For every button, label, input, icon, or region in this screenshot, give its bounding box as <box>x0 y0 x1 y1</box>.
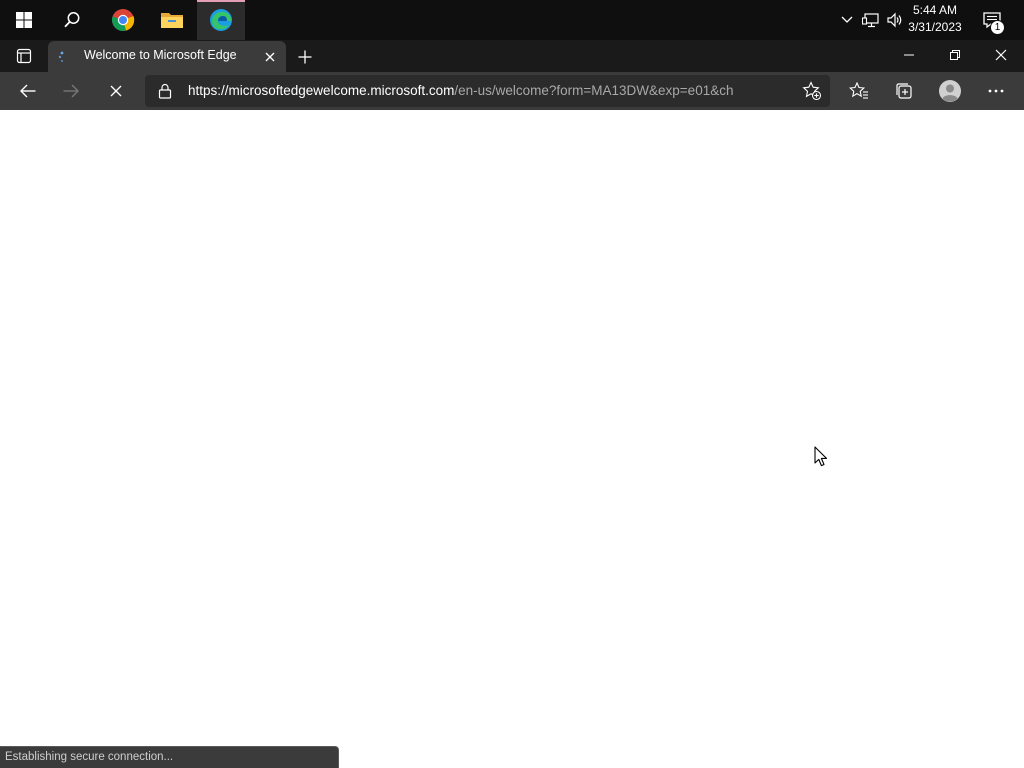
stop-loading-button[interactable] <box>100 75 132 107</box>
browser-toolbar: https://microsoftedgewelcome.microsoft.c… <box>0 72 1024 110</box>
edge-icon <box>210 9 232 31</box>
favorites-button[interactable] <box>843 75 875 107</box>
avatar-icon <box>939 80 961 102</box>
url-host: https://microsoftedgewelcome.microsoft.c… <box>188 83 455 98</box>
speaker-icon <box>887 12 902 28</box>
action-center-button[interactable] <box>978 0 1006 40</box>
profile-button[interactable] <box>934 75 966 107</box>
lock-icon[interactable] <box>157 83 173 99</box>
close-icon <box>995 49 1007 61</box>
tab-strip: Welcome to Microsoft Edge <box>0 40 1024 72</box>
tab-close-button[interactable] <box>260 47 280 67</box>
minimize-icon <box>904 54 914 56</box>
url-text[interactable]: https://microsoftedgewelcome.microsoft.c… <box>188 83 733 98</box>
status-bubble: Establishing secure connection... <box>0 746 339 768</box>
restore-icon <box>950 50 960 60</box>
collections-button[interactable] <box>888 75 920 107</box>
arrow-left-icon <box>20 84 36 98</box>
file-explorer-taskbar-button[interactable] <box>148 0 196 40</box>
close-icon <box>110 85 122 97</box>
plus-icon <box>298 50 312 64</box>
tab-welcome[interactable]: Welcome to Microsoft Edge <box>48 41 286 72</box>
arrow-right-icon <box>63 84 79 98</box>
notification-count-badge: 1 <box>990 20 1005 35</box>
chrome-taskbar-button[interactable] <box>99 0 147 40</box>
favorites-icon <box>849 82 868 99</box>
search-button[interactable] <box>48 0 96 40</box>
address-bar[interactable]: https://microsoftedgewelcome.microsoft.c… <box>145 75 830 107</box>
back-button[interactable] <box>12 75 44 107</box>
tab-actions-icon <box>16 48 32 64</box>
star-add-icon <box>802 81 822 101</box>
network-icon <box>862 13 879 28</box>
loading-spinner-icon <box>58 51 64 63</box>
windows-logo-icon <box>16 12 32 28</box>
new-tab-button[interactable] <box>292 44 318 70</box>
clock-date: 3/31/2023 <box>908 20 962 34</box>
folder-icon <box>161 13 183 28</box>
minimize-button[interactable] <box>886 40 932 70</box>
edge-taskbar-button[interactable] <box>197 0 245 40</box>
clock[interactable]: 5:44 AM 3/31/2023 <box>903 2 967 36</box>
start-button[interactable] <box>0 0 48 40</box>
tab-title: Welcome to Microsoft Edge <box>84 48 237 62</box>
clock-time: 5:44 AM <box>912 3 958 17</box>
window-close-button[interactable] <box>978 40 1024 70</box>
forward-button[interactable] <box>55 75 87 107</box>
tab-actions-button[interactable] <box>6 40 42 72</box>
chevron-up-icon <box>841 16 853 23</box>
search-icon <box>64 12 80 28</box>
taskbar: 5:44 AM 3/31/2023 1 <box>0 0 1024 40</box>
show-hidden-icons-button[interactable] <box>838 0 856 40</box>
status-text: Establishing secure connection... <box>5 751 174 763</box>
add-to-favorites-button[interactable] <box>800 79 824 103</box>
chrome-icon <box>112 9 135 32</box>
mouse-cursor-icon <box>814 446 828 467</box>
settings-more-button[interactable] <box>980 75 1012 107</box>
more-icon <box>988 89 1004 93</box>
url-path: /en-us/welcome?form=MA13DW&exp=e01&ch <box>454 83 734 98</box>
close-icon <box>265 52 275 62</box>
collections-icon <box>896 83 912 99</box>
page-content <box>0 110 1024 768</box>
network-button[interactable] <box>860 0 882 40</box>
restore-button[interactable] <box>932 40 978 70</box>
